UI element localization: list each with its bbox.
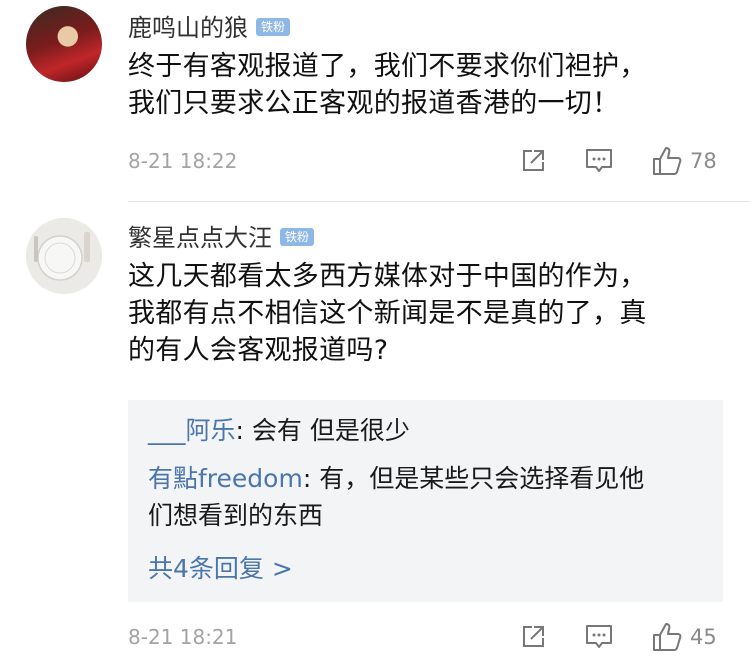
- comment-meta: 8-21 18:21 45: [128, 622, 728, 652]
- comment-text: 终于有客观报道了，我们不要求你们袒护， 我们只要求公正客观的报道香港的一切！: [128, 51, 647, 119]
- reply-item[interactable]: 有點freedom: 有，但是某些只会选择看见他: [148, 460, 708, 497]
- thumbs-up-icon: [653, 623, 682, 651]
- reply-username[interactable]: 有點freedom: [148, 464, 303, 493]
- username-text[interactable]: 鹿鸣山的狼: [128, 14, 248, 42]
- comment-time: 8-21 18:22: [128, 149, 238, 173]
- username-text[interactable]: 繁星点点大汪: [128, 224, 272, 252]
- view-more-replies-link[interactable]: 共4条回复 >: [148, 550, 293, 587]
- comment-text: 这几天都看太多西方媒体对于中国的作为， 我都有点不相信这个新闻是不是真的了，真 …: [128, 261, 647, 366]
- avatar[interactable]: [26, 6, 102, 82]
- reply-item[interactable]: ___阿乐: 会有 但是很少: [148, 412, 708, 449]
- comment-icon: [586, 625, 612, 648]
- reply-username[interactable]: ___阿乐: [148, 416, 236, 445]
- share-icon: [523, 150, 544, 171]
- comment-item: 繁星点点大汪 铁粉 这几天都看太多西方媒体对于中国的作为， 我都有点不相信这个新闻…: [0, 210, 750, 665]
- avatar-image: [26, 218, 102, 294]
- reply-button[interactable]: [585, 622, 613, 652]
- share-button[interactable]: [520, 622, 546, 652]
- comment-time: 8-21 18:21: [128, 625, 238, 649]
- username[interactable]: 鹿鸣山的狼 铁粉: [128, 8, 291, 43]
- comment-item: 鹿鸣山的狼 铁粉 终于有客观报道了，我们不要求你们袒护， 我们只要求公正客观的报道…: [0, 0, 750, 200]
- avatar[interactable]: [26, 218, 102, 294]
- like-count: 45: [690, 625, 717, 649]
- username[interactable]: 繁星点点大汪 铁粉: [128, 218, 315, 253]
- reply-text: 有，但是某些只会选择看见他: [319, 464, 645, 493]
- comment-meta: 8-21 18:22 78: [128, 146, 728, 176]
- reply-colon: :: [302, 464, 320, 493]
- reply-text-continued: 们想看到的东西: [148, 501, 324, 530]
- share-button[interactable]: [520, 146, 546, 176]
- reply-text: 会有 但是很少: [251, 416, 410, 445]
- reply-button[interactable]: [585, 146, 613, 176]
- comment-icon: [586, 149, 612, 172]
- thumbs-up-icon: [653, 147, 682, 175]
- replies-panel: ___阿乐: 会有 但是很少 有點freedom: 有，但是某些只会选择看见他 …: [128, 400, 723, 602]
- share-icon: [523, 626, 544, 647]
- like-count: 78: [690, 149, 717, 173]
- divider: [128, 201, 750, 202]
- like-button[interactable]: 45: [652, 622, 717, 652]
- fan-badge: 铁粉: [280, 228, 315, 246]
- like-button[interactable]: 78: [652, 146, 717, 176]
- reply-colon: :: [235, 416, 252, 445]
- fan-badge: 铁粉: [256, 18, 291, 36]
